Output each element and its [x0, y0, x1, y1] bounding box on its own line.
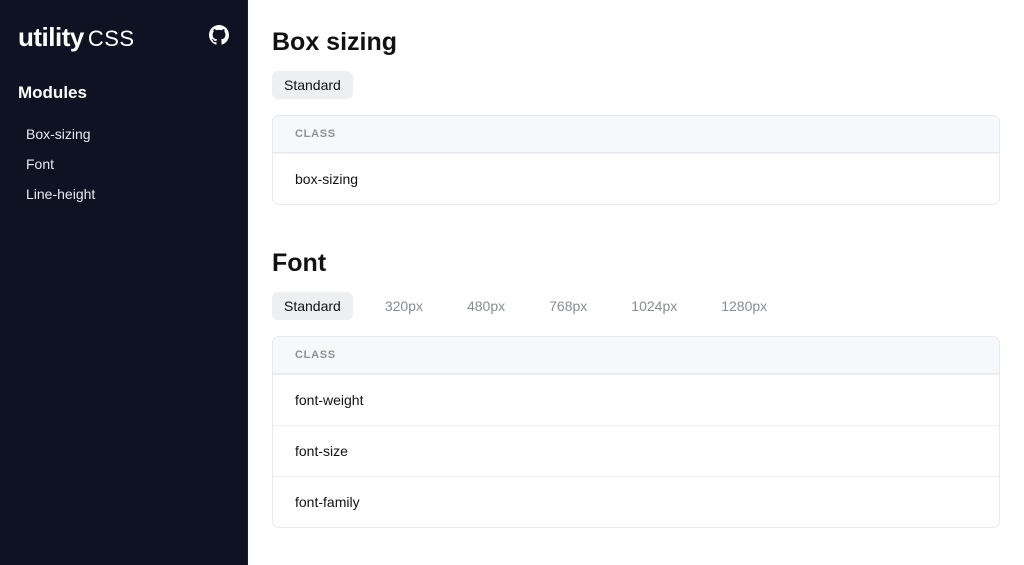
class-name: font-size — [295, 443, 348, 459]
breakpoint-tabs: Standard — [272, 71, 1000, 99]
breakpoint-tab[interactable]: 1280px — [709, 292, 779, 320]
class-row[interactable]: font-weight — [273, 374, 999, 425]
class-table: CLASS font-weight font-size font-family — [272, 336, 1000, 528]
breakpoint-tab[interactable]: 480px — [455, 292, 517, 320]
breakpoint-tab[interactable]: 768px — [537, 292, 599, 320]
module-title: Box sizing — [272, 28, 1000, 57]
class-row[interactable]: font-family — [273, 476, 999, 527]
class-table-header: CLASS — [273, 116, 999, 153]
module-title: Font — [272, 249, 1000, 278]
sidebar-header: utility CSS — [18, 22, 230, 53]
main-content: Box sizing Standard CLASS box-sizing Font Sta… — [248, 0, 1024, 565]
class-name: font-weight — [295, 392, 363, 408]
class-name: font-family — [295, 494, 360, 510]
brand-logo-part2: CSS — [88, 26, 135, 52]
sidebar-item-label: Font — [26, 156, 54, 172]
sidebar-item-font[interactable]: Font — [18, 149, 230, 179]
module-section: Font Standard 320px 480px 768px 1024px 1280px C… — [272, 249, 1000, 528]
class-row[interactable]: box-sizing — [273, 153, 999, 204]
app-root: utility CSS Modules Box-sizing Font Line… — [0, 0, 1024, 565]
sidebar-item-line-height[interactable]: Line-height — [18, 179, 230, 209]
github-link[interactable] — [208, 27, 230, 49]
breakpoint-tabs: Standard 320px 480px 768px 1024px 1280px — [272, 292, 1000, 320]
breakpoint-tab[interactable]: Standard — [272, 71, 353, 99]
module-section: Box sizing Standard CLASS box-sizing — [272, 28, 1000, 205]
class-row[interactable]: font-size — [273, 425, 999, 476]
sidebar-section-title: Modules — [18, 83, 230, 103]
breakpoint-tab[interactable]: 320px — [373, 292, 435, 320]
class-name: box-sizing — [295, 171, 358, 187]
breakpoint-tab[interactable]: 1024px — [619, 292, 689, 320]
brand-logo-part1: utility — [18, 22, 84, 53]
sidebar: utility CSS Modules Box-sizing Font Line… — [0, 0, 248, 565]
github-icon — [209, 25, 229, 50]
sidebar-item-label: Box-sizing — [26, 126, 91, 142]
sidebar-item-box-sizing[interactable]: Box-sizing — [18, 119, 230, 149]
breakpoint-tab[interactable]: Standard — [272, 292, 353, 320]
class-table-header: CLASS — [273, 337, 999, 374]
sidebar-nav: Box-sizing Font Line-height — [18, 119, 230, 209]
sidebar-item-label: Line-height — [26, 186, 95, 202]
class-table: CLASS box-sizing — [272, 115, 1000, 205]
brand-logo[interactable]: utility CSS — [18, 22, 135, 53]
